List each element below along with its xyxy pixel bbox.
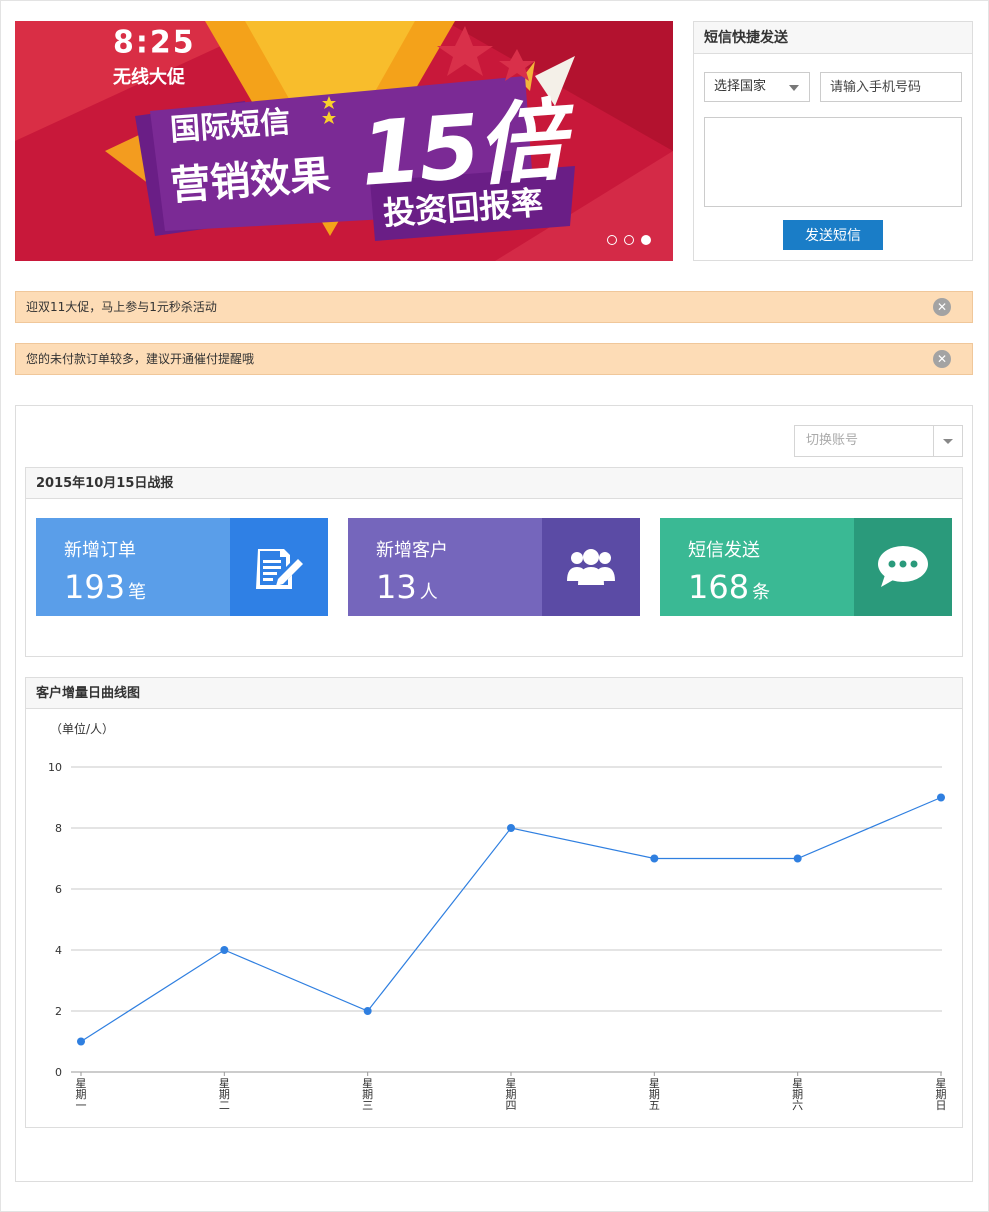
x-tick-label: 五	[649, 1099, 660, 1112]
notice-bar: 迎双11大促，马上参与1元秒杀活动 ✕	[15, 291, 973, 323]
notice-text: 您的未付款订单较多，建议开通催付提醒哦	[26, 352, 255, 366]
chevron-down-icon	[789, 85, 799, 91]
select-divider	[933, 426, 934, 456]
y-tick-label: 6	[55, 883, 62, 896]
y-tick-label: 2	[55, 1005, 62, 1018]
stat-card-title: 短信发送	[688, 540, 760, 561]
stat-value-number: 193	[64, 568, 126, 606]
data-point[interactable]	[220, 946, 229, 954]
data-point[interactable]	[650, 854, 659, 863]
y-tick-label: 10	[48, 761, 62, 774]
notice-text: 迎双11大促，马上参与1元秒杀活动	[26, 300, 217, 314]
sms-panel-title: 短信快捷发送	[694, 22, 972, 54]
data-point[interactable]	[937, 793, 945, 802]
stat-card-title: 新增客户	[376, 540, 448, 561]
stat-value-unit: 笔	[128, 582, 147, 603]
carousel-dot-2[interactable]	[624, 235, 634, 245]
send-sms-button[interactable]: 发送短信	[783, 220, 883, 250]
stat-card-orders[interactable]: 新增订单 193 笔	[36, 518, 328, 616]
line-chart: （单位/人） 0246810 星期一星期二星期三星期四星期五星期六星期日	[48, 721, 947, 1112]
country-select[interactable]: 选择国家	[704, 72, 810, 102]
stat-value-number: 13	[376, 568, 417, 606]
country-select-value: 选择国家	[714, 79, 767, 94]
data-point[interactable]	[793, 854, 802, 863]
carousel-dot-1[interactable]	[607, 235, 617, 245]
stat-card-value: 13 人	[376, 568, 438, 606]
account-switch-label: 切换账号	[806, 433, 859, 448]
series-line	[80, 796, 942, 1043]
chevron-down-icon	[943, 439, 953, 444]
customer-growth-chart-panel: 客户增量日曲线图 （单位/人） 0 2 4 6 8 10 星期一星期二星期三星期四星期五星…	[25, 677, 963, 1128]
data-point[interactable]	[363, 1007, 372, 1015]
promo-banner[interactable]: 8:25 无线大促 国际短信 营销效果 15倍 投资回报率	[15, 21, 673, 261]
x-tick-label: 三	[362, 1099, 373, 1112]
banner-promo: 无线大促	[113, 67, 185, 88]
stat-card-value: 168 条	[688, 568, 770, 606]
dashboard-main: 切换账号 2015年10月15日战报 新增订单 193笔 新增客户 13人	[15, 405, 973, 1182]
notice-bar: 您的未付款订单较多，建议开通催付提醒哦 ✕	[15, 343, 973, 375]
x-tick-label: 一	[76, 1099, 87, 1112]
stat-card-sms[interactable]: 短信发送 168 条	[660, 518, 952, 616]
stat-card-title: 新增订单	[64, 540, 136, 561]
account-switch-select[interactable]: 切换账号	[794, 425, 963, 457]
data-point[interactable]	[507, 824, 515, 832]
daily-report-panel: 2015年10月15日战报 新增订单 193 笔 新增客户 13 人 短信发送 …	[25, 467, 963, 657]
sms-quick-send-panel: 短信快捷发送 选择国家 发送短信	[693, 21, 973, 261]
carousel-dot-3[interactable]	[641, 235, 651, 245]
users-icon	[542, 518, 640, 616]
x-tick-label: 日	[936, 1099, 947, 1112]
y-tick-label: 8	[55, 822, 62, 835]
report-title: 2015年10月15日战报	[26, 468, 962, 499]
x-tick-label: 六	[792, 1099, 803, 1112]
edit-document-icon	[230, 518, 328, 616]
banner-line1: 国际短信	[169, 104, 292, 149]
carousel-dots	[607, 235, 651, 245]
chat-bubble-icon	[854, 518, 952, 616]
stat-card-customers[interactable]: 新增客户 13 人	[348, 518, 640, 616]
data-point[interactable]	[77, 1037, 85, 1046]
stat-card-value: 193 笔	[64, 568, 146, 606]
y-tick-label: 4	[55, 944, 62, 957]
phone-input[interactable]	[820, 72, 962, 102]
banner-line2: 营销效果	[168, 152, 332, 210]
close-icon[interactable]: ✕	[933, 298, 951, 316]
y-tick-label: 0	[55, 1066, 62, 1079]
message-textarea[interactable]	[704, 117, 962, 207]
banner-time: 8:25	[113, 24, 196, 61]
chart-unit-label: （单位/人）	[50, 721, 114, 736]
x-tick-label: 二	[219, 1099, 230, 1112]
stat-value-number: 168	[688, 568, 750, 606]
stat-value-unit: 人	[419, 582, 438, 603]
x-tick-label: 四	[506, 1099, 517, 1112]
close-icon[interactable]: ✕	[933, 350, 951, 368]
stat-value-unit: 条	[752, 582, 771, 603]
